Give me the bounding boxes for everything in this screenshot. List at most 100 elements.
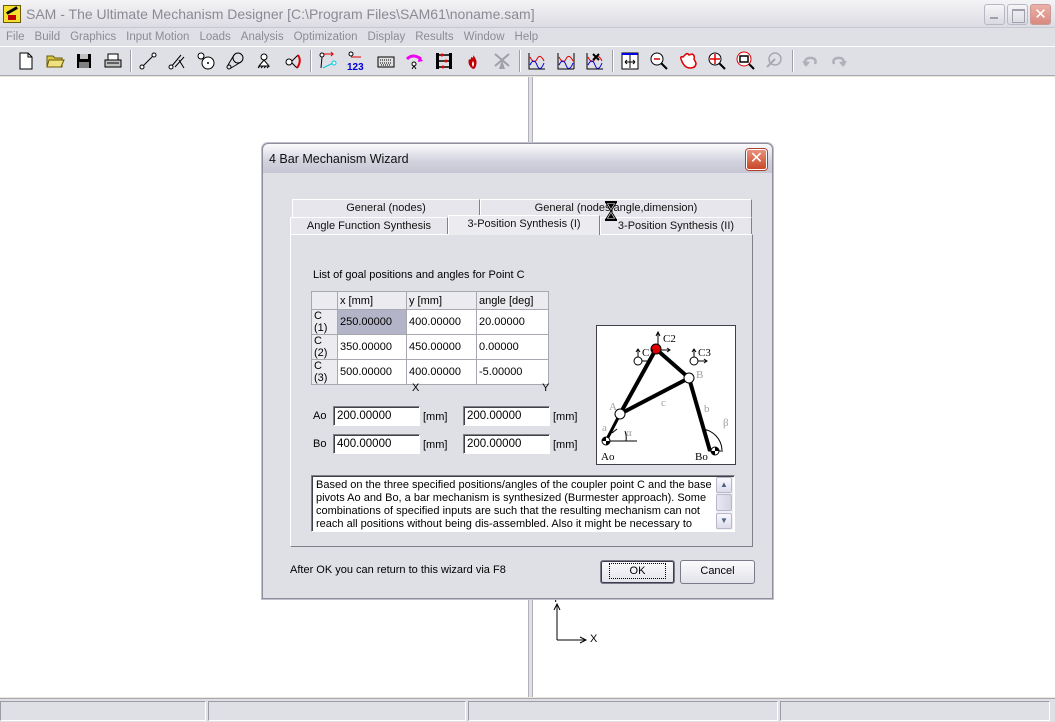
menu-graphics[interactable]: Graphics <box>66 31 120 43</box>
pan-hand-icon[interactable] <box>676 49 700 73</box>
tab-angle-function-synthesis[interactable]: Angle Function Synthesis <box>290 217 448 235</box>
menu-analysis[interactable]: Analysis <box>237 31 288 43</box>
cell-angle[interactable]: -5.00000 <box>476 359 549 385</box>
print-icon[interactable] <box>101 49 125 73</box>
zoom-previous-icon[interactable] <box>763 49 787 73</box>
column-header-x[interactable]: x [mm] <box>337 291 407 310</box>
status-pane-2 <box>208 701 466 721</box>
column-header-y[interactable]: y [mm] <box>406 291 477 310</box>
menu-display[interactable]: Display <box>364 31 410 43</box>
scroll-thumb[interactable] <box>716 494 732 511</box>
maximize-button[interactable] <box>1007 4 1028 25</box>
windmill-icon[interactable] <box>490 49 514 73</box>
cell-y[interactable]: 400.00000 <box>406 359 477 385</box>
close-button[interactable]: ✕ <box>1030 4 1051 25</box>
tab-3-position-synthesis-2[interactable]: 3-Position Synthesis (II) <box>600 217 752 235</box>
gear-pair-icon[interactable] <box>194 49 218 73</box>
scroll-down-button[interactable]: ▼ <box>716 513 732 529</box>
slider-element-icon[interactable] <box>165 49 189 73</box>
numbering-icon[interactable]: 123 <box>345 49 369 73</box>
corner-header <box>311 291 338 310</box>
minimize-button[interactable] <box>984 4 1005 25</box>
label-alpha: α <box>626 427 632 439</box>
new-file-icon[interactable] <box>14 49 38 73</box>
menu-help[interactable]: Help <box>511 31 543 43</box>
menu-loads[interactable]: Loads <box>195 31 234 43</box>
bo-y-input[interactable] <box>463 434 550 454</box>
label-ao: Ao <box>601 451 615 463</box>
tab-3-position-synthesis-1[interactable]: 3-Position Synthesis (I) <box>448 215 600 235</box>
description-scrollbar[interactable]: ▲ ▼ <box>716 477 733 530</box>
tab-panel: List of goal positions and angles for Po… <box>290 234 753 547</box>
axis-x-label: X <box>590 633 598 645</box>
bo-y-unit: [mm] <box>553 439 578 451</box>
scroll-up-button[interactable]: ▲ <box>716 477 732 493</box>
cell-x[interactable]: 250.00000 <box>337 309 407 335</box>
beam-element-icon[interactable] <box>136 49 160 73</box>
label-link-a: a <box>602 422 607 434</box>
table-header-row: x [mm] y [mm] angle [deg] <box>311 291 549 310</box>
toolbar-separator <box>130 50 132 72</box>
ok-button-label: OK <box>608 563 667 579</box>
cell-y[interactable]: 400.00000 <box>406 309 477 335</box>
menu-results[interactable]: Results <box>411 31 457 43</box>
menu-build[interactable]: Build <box>31 31 65 43</box>
rotation-arrow-icon[interactable] <box>403 49 427 73</box>
app-icon <box>3 4 21 23</box>
row-header[interactable]: C (3) <box>311 359 338 385</box>
label-link-c: c <box>661 397 666 409</box>
dialog-close-button[interactable]: ✕ <box>746 149 767 170</box>
save-icon[interactable] <box>72 49 96 73</box>
fixed-support-icon[interactable] <box>252 49 276 73</box>
zoom-window-icon[interactable] <box>734 49 758 73</box>
keyboard-input-icon[interactable] <box>374 49 398 73</box>
cell-x[interactable]: 350.00000 <box>337 334 407 360</box>
label-node-b: B <box>696 369 703 381</box>
cancel-button[interactable]: Cancel <box>680 560 755 584</box>
plot-results-icon[interactable] <box>525 49 549 73</box>
menu-input-motion[interactable]: Input Motion <box>122 31 193 43</box>
goal-positions-table: x [mm] y [mm] angle [deg] C (1) 250.0000… <box>311 291 549 385</box>
toolbar-separator <box>612 50 614 72</box>
belt-pulley-icon[interactable] <box>223 49 247 73</box>
input-motion-icon[interactable] <box>316 49 340 73</box>
table-row: C (1) 250.00000 400.00000 20.00000 <box>311 309 549 335</box>
undo-icon[interactable] <box>798 49 822 73</box>
cell-x[interactable]: 500.00000 <box>337 359 407 385</box>
cell-angle[interactable]: 20.00000 <box>476 309 549 335</box>
hourglass-cursor-icon <box>605 201 617 221</box>
cell-angle[interactable]: 0.00000 <box>476 334 549 360</box>
cell-y[interactable]: 450.00000 <box>406 334 477 360</box>
ao-y-unit: [mm] <box>553 411 578 423</box>
menu-optimization[interactable]: Optimization <box>290 31 362 43</box>
label-c3: C3 <box>698 347 711 359</box>
row-header[interactable]: C (1) <box>311 309 338 335</box>
menu-file[interactable]: File <box>2 31 29 43</box>
zoom-move-icon[interactable] <box>705 49 729 73</box>
open-folder-icon[interactable] <box>43 49 67 73</box>
dialog-title-bar[interactable]: 4 Bar Mechanism Wizard <box>263 144 772 173</box>
toolbar-separator <box>310 50 312 72</box>
label-link-b: b <box>704 403 710 415</box>
redo-icon[interactable] <box>827 49 851 73</box>
menu-window[interactable]: Window <box>460 31 509 43</box>
zoom-out-icon[interactable] <box>647 49 671 73</box>
label-beta: β <box>723 417 729 429</box>
ao-x-unit: [mm] <box>423 411 448 423</box>
abacus-icon[interactable] <box>432 49 456 73</box>
flame-icon[interactable] <box>461 49 485 73</box>
bo-x-input[interactable] <box>333 434 420 454</box>
window-title: SAM - The Ultimate Mechanism Designer [C… <box>26 5 535 22</box>
fit-window-icon[interactable] <box>618 49 642 73</box>
row-header[interactable]: C (2) <box>311 334 338 360</box>
cam-element-icon[interactable] <box>281 49 305 73</box>
toolbar-separator <box>519 50 521 72</box>
title-bar: SAM - The Ultimate Mechanism Designer [C… <box>0 0 1055 28</box>
ok-button[interactable]: OK <box>600 560 675 584</box>
description-textarea[interactable]: Based on the three specified positions/a… <box>311 475 735 532</box>
column-header-angle[interactable]: angle [deg] <box>476 291 549 310</box>
plot-results-delete-icon[interactable] <box>583 49 607 73</box>
ao-y-input[interactable] <box>463 406 550 426</box>
ao-x-input[interactable] <box>333 406 420 426</box>
plot-results-alt-icon[interactable] <box>554 49 578 73</box>
